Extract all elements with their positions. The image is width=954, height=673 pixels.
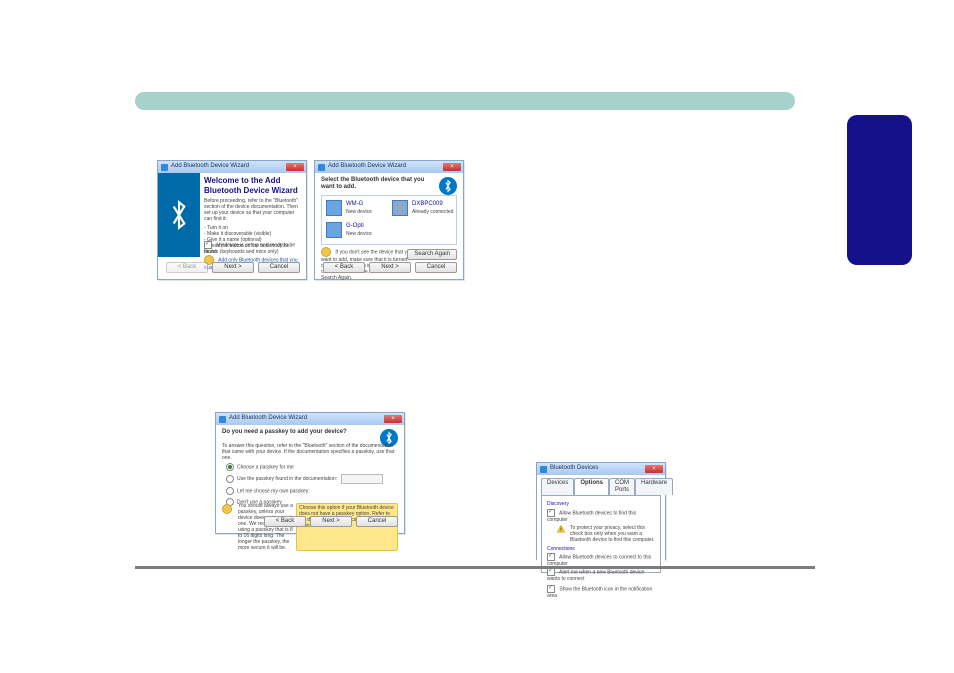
- checkbox-alert-new[interactable]: [547, 568, 555, 576]
- back-button[interactable]: < Back: [166, 262, 208, 273]
- wizard-heading: Welcome to the Add Bluetooth Device Wiza…: [204, 176, 302, 195]
- wizard-button-row: < Back Next > Cancel: [264, 516, 398, 527]
- cancel-button[interactable]: Cancel: [415, 262, 457, 273]
- device-icon: [326, 200, 342, 216]
- passkey-option-row[interactable]: Use the passkey found in the documentati…: [226, 474, 398, 484]
- close-icon[interactable]: ×: [443, 163, 461, 171]
- privacy-warning-text: To protect your privacy, select this che…: [570, 525, 655, 543]
- titlebar: Add Bluetooth Device Wizard ×: [216, 413, 404, 425]
- device-status: Already connected: [412, 209, 453, 215]
- cancel-button[interactable]: Cancel: [258, 262, 300, 273]
- wizard-button-row: < Back Next > Cancel: [323, 262, 457, 273]
- radio-label: Use the passkey found in the documentati…: [237, 476, 337, 482]
- info-icon: [321, 247, 331, 257]
- connections-section-label: Connections: [547, 546, 655, 552]
- wizard-heading: Do you need a passkey to add your device…: [222, 429, 376, 436]
- checkbox-label: Alert me when a new Bluetooth device wan…: [547, 570, 644, 583]
- page-footer-rule: [135, 566, 815, 569]
- device-name: WM-G: [346, 201, 372, 208]
- device-status: New device: [346, 231, 372, 237]
- device-list: WM-G New device DXBPC009 Already connect…: [321, 195, 457, 245]
- passkey-input[interactable]: [341, 474, 383, 484]
- radio-label: Let me choose my own passkey:: [237, 488, 310, 494]
- option-row[interactable]: Alert me when a new Bluetooth device wan…: [547, 568, 655, 582]
- passkey-security-note: You should always use a passkey, unless …: [238, 503, 293, 551]
- tab-devices[interactable]: Devices: [541, 478, 574, 495]
- window-title: Add Bluetooth Device Wizard: [328, 163, 406, 170]
- checkbox-allow-find[interactable]: [547, 509, 555, 517]
- device-item[interactable]: G-Opti New device: [326, 222, 372, 238]
- checkbox-allow-connect[interactable]: [547, 553, 555, 561]
- bluetooth-devices-options-window: Bluetooth Devices × Devices Options COM …: [536, 462, 666, 560]
- discovery-section-label: Discovery: [547, 501, 655, 507]
- wizard-intro-text: Before proceeding, refer to the "Bluetoo…: [204, 198, 302, 222]
- checkbox-label: Allow Bluetooth devices to find this com…: [547, 511, 636, 524]
- passkey-highlight-callout: Choose this option if your Bluetooth dev…: [296, 503, 398, 551]
- radio-label: Choose a passkey for me: [237, 464, 294, 470]
- passkey-intro: To answer this question, refer to the "B…: [222, 443, 398, 461]
- device-icon: [326, 222, 342, 238]
- ready-checkbox-label: My device is set up and ready to be foun…: [204, 242, 295, 255]
- section-header-bar: [135, 92, 795, 110]
- wizard-welcome-window: Add Bluetooth Device Wizard × Welcome to…: [157, 160, 307, 280]
- wizard-button-row: < Back Next > Cancel: [166, 262, 300, 273]
- next-button[interactable]: Next >: [369, 262, 411, 273]
- side-index-tab: [847, 115, 912, 265]
- wizard-sidebar-graphic: [158, 173, 200, 257]
- next-button[interactable]: Next >: [310, 516, 352, 527]
- option-row[interactable]: Allow Bluetooth devices to find this com…: [547, 509, 655, 523]
- tab-strip: Devices Options COM Ports Hardware: [541, 478, 661, 495]
- ready-checkbox[interactable]: [204, 241, 212, 249]
- search-again-button[interactable]: Search Again: [407, 249, 457, 260]
- option-row[interactable]: Show the Bluetooth icon in the notificat…: [547, 585, 655, 599]
- window-title: Add Bluetooth Device Wizard: [171, 163, 249, 170]
- tab-com-ports[interactable]: COM Ports: [609, 478, 635, 495]
- radio-use-documented[interactable]: [226, 475, 234, 483]
- titlebar: Add Bluetooth Device Wizard ×: [315, 161, 463, 173]
- device-item[interactable]: DXBPC009 Already connected: [392, 200, 453, 216]
- close-icon[interactable]: ×: [286, 163, 304, 171]
- passkey-option-row[interactable]: Let me choose my own passkey:: [226, 487, 398, 495]
- close-icon[interactable]: ×: [645, 465, 663, 473]
- back-button[interactable]: < Back: [323, 262, 365, 273]
- titlebar: Bluetooth Devices ×: [537, 463, 665, 475]
- device-name: DXBPC009: [412, 201, 453, 208]
- tab-options[interactable]: Options: [574, 478, 609, 495]
- next-button[interactable]: Next >: [212, 262, 254, 273]
- back-button[interactable]: < Back: [264, 516, 306, 527]
- window-title: Bluetooth Devices: [550, 465, 598, 472]
- wizard-heading: Select the Bluetooth device that you wan…: [321, 177, 435, 191]
- window-title: Add Bluetooth Device Wizard: [229, 415, 307, 422]
- tip-icon: [222, 504, 232, 514]
- wizard-select-device-window: Add Bluetooth Device Wizard × Select the…: [314, 160, 464, 280]
- checkbox-label: Show the Bluetooth icon in the notificat…: [547, 587, 652, 600]
- device-item[interactable]: WM-G New device: [326, 200, 372, 216]
- close-icon[interactable]: ×: [384, 415, 402, 423]
- warning-icon: [557, 525, 565, 533]
- checkbox-show-tray-icon[interactable]: [547, 585, 555, 593]
- bluetooth-app-icon: [540, 466, 547, 473]
- device-name: G-Opti: [346, 223, 372, 230]
- tab-hardware[interactable]: Hardware: [635, 478, 673, 495]
- device-status: New device: [346, 209, 372, 215]
- wizard-passkey-window: Add Bluetooth Device Wizard × Do you nee…: [215, 412, 405, 534]
- bluetooth-icon: [439, 177, 457, 195]
- cancel-button[interactable]: Cancel: [356, 516, 398, 527]
- bluetooth-app-icon: [318, 164, 325, 171]
- bluetooth-icon: [168, 198, 190, 232]
- passkey-option-row[interactable]: Choose a passkey for me: [226, 463, 398, 471]
- bluetooth-app-icon: [219, 416, 226, 423]
- options-panel: Discovery Allow Bluetooth devices to fin…: [541, 495, 661, 573]
- titlebar: Add Bluetooth Device Wizard ×: [158, 161, 306, 173]
- radio-own-passkey[interactable]: [226, 487, 234, 495]
- device-icon: [392, 200, 408, 216]
- bluetooth-app-icon: [161, 164, 168, 171]
- radio-choose-for-me[interactable]: [226, 463, 234, 471]
